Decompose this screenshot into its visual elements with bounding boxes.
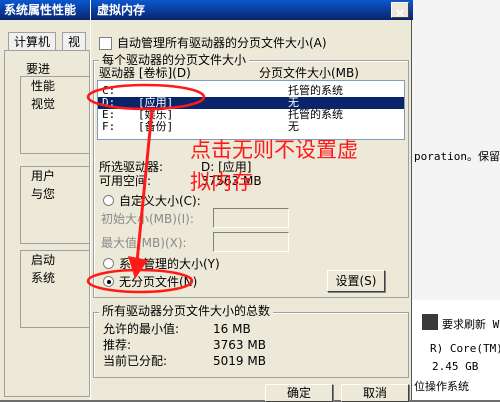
annotation-text-line1: 点击无则不设置虚	[190, 138, 358, 162]
annotation-overlay	[86, 83, 206, 294]
highlight-no-paging-ellipse	[86, 268, 194, 294]
annotation-text-line2: 拟内存	[190, 170, 253, 194]
highlight-drive-ellipse	[86, 83, 206, 111]
annotation-arrow-head	[128, 256, 148, 279]
annotation-arrow-shaft	[135, 109, 154, 263]
